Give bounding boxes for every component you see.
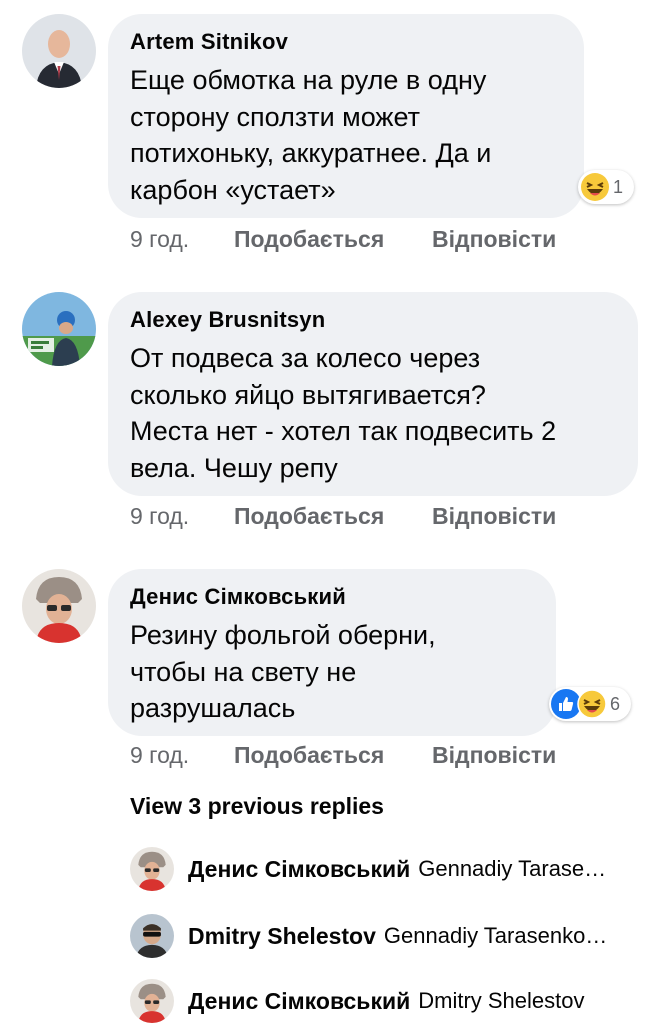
haha-icon (580, 172, 610, 202)
like-button[interactable]: Подобається (234, 226, 432, 253)
reply-item[interactable]: Денис Сімковський Dmitry Shelestov (130, 979, 650, 1023)
comment-bubble: Artem Sitnikov Еще обмотка на руле в одн… (108, 14, 584, 218)
reaction-summary[interactable]: 1 (578, 170, 634, 204)
reaction-summary[interactable]: 6 (549, 687, 631, 721)
reply-text: Gennadiy Tarasenko… (383, 923, 608, 948)
avatar[interactable] (130, 847, 174, 891)
reaction-count: 6 (610, 693, 621, 714)
comment-text: От подвеса за колесо через сколько яйцо … (130, 343, 557, 483)
reaction-count: 1 (613, 176, 624, 197)
comment-bubble: Денис Сімковський Резину фольгой оберни,… (108, 569, 556, 736)
comment-author[interactable]: Artem Sitnikov (130, 28, 562, 56)
reply-text: Dmitry Shelestov (418, 988, 585, 1013)
avatar[interactable] (22, 569, 96, 643)
comment-actions: 9 год. Подобається Відповісти (130, 503, 556, 530)
comment-text: Еще обмотка на руле в одну сторону сполз… (130, 65, 492, 205)
like-button[interactable]: Подобається (234, 742, 432, 769)
view-previous-replies-link[interactable]: View 3 previous replies (130, 793, 384, 820)
comment-author[interactable]: Alexey Brusnitsyn (130, 306, 616, 334)
timestamp[interactable]: 9 год. (130, 503, 234, 530)
reply-button[interactable]: Відповісти (432, 742, 556, 769)
comment-actions: 9 год. Подобається Відповісти (130, 742, 556, 769)
reply-author[interactable]: Dmitry Shelestov (188, 923, 376, 950)
comment-text: Резину фольгой оберни, чтобы на свету не… (130, 620, 436, 723)
avatar[interactable] (22, 292, 96, 366)
reply-button[interactable]: Відповісти (432, 503, 556, 530)
comment-bubble: Alexey Brusnitsyn От подвеса за колесо ч… (108, 292, 638, 496)
avatar[interactable] (22, 14, 96, 88)
timestamp[interactable]: 9 год. (130, 226, 234, 253)
reply-author[interactable]: Денис Сімковський (188, 988, 410, 1015)
reply-text: Gennadiy Tarase… (418, 856, 607, 881)
reply-author[interactable]: Денис Сімковський (188, 856, 410, 883)
avatar[interactable] (130, 979, 174, 1023)
like-button[interactable]: Подобається (234, 503, 432, 530)
reply-item[interactable]: Dmitry Shelestov Gennadiy Tarasenko… (130, 914, 650, 958)
haha-icon (577, 689, 607, 719)
comment-author[interactable]: Денис Сімковський (130, 583, 534, 611)
comment-actions: 9 год. Подобається Відповісти (130, 226, 556, 253)
reply-button[interactable]: Відповісти (432, 226, 556, 253)
timestamp[interactable]: 9 год. (130, 742, 234, 769)
reply-item[interactable]: Денис Сімковський Gennadiy Tarase… (130, 847, 650, 891)
avatar[interactable] (130, 914, 174, 958)
